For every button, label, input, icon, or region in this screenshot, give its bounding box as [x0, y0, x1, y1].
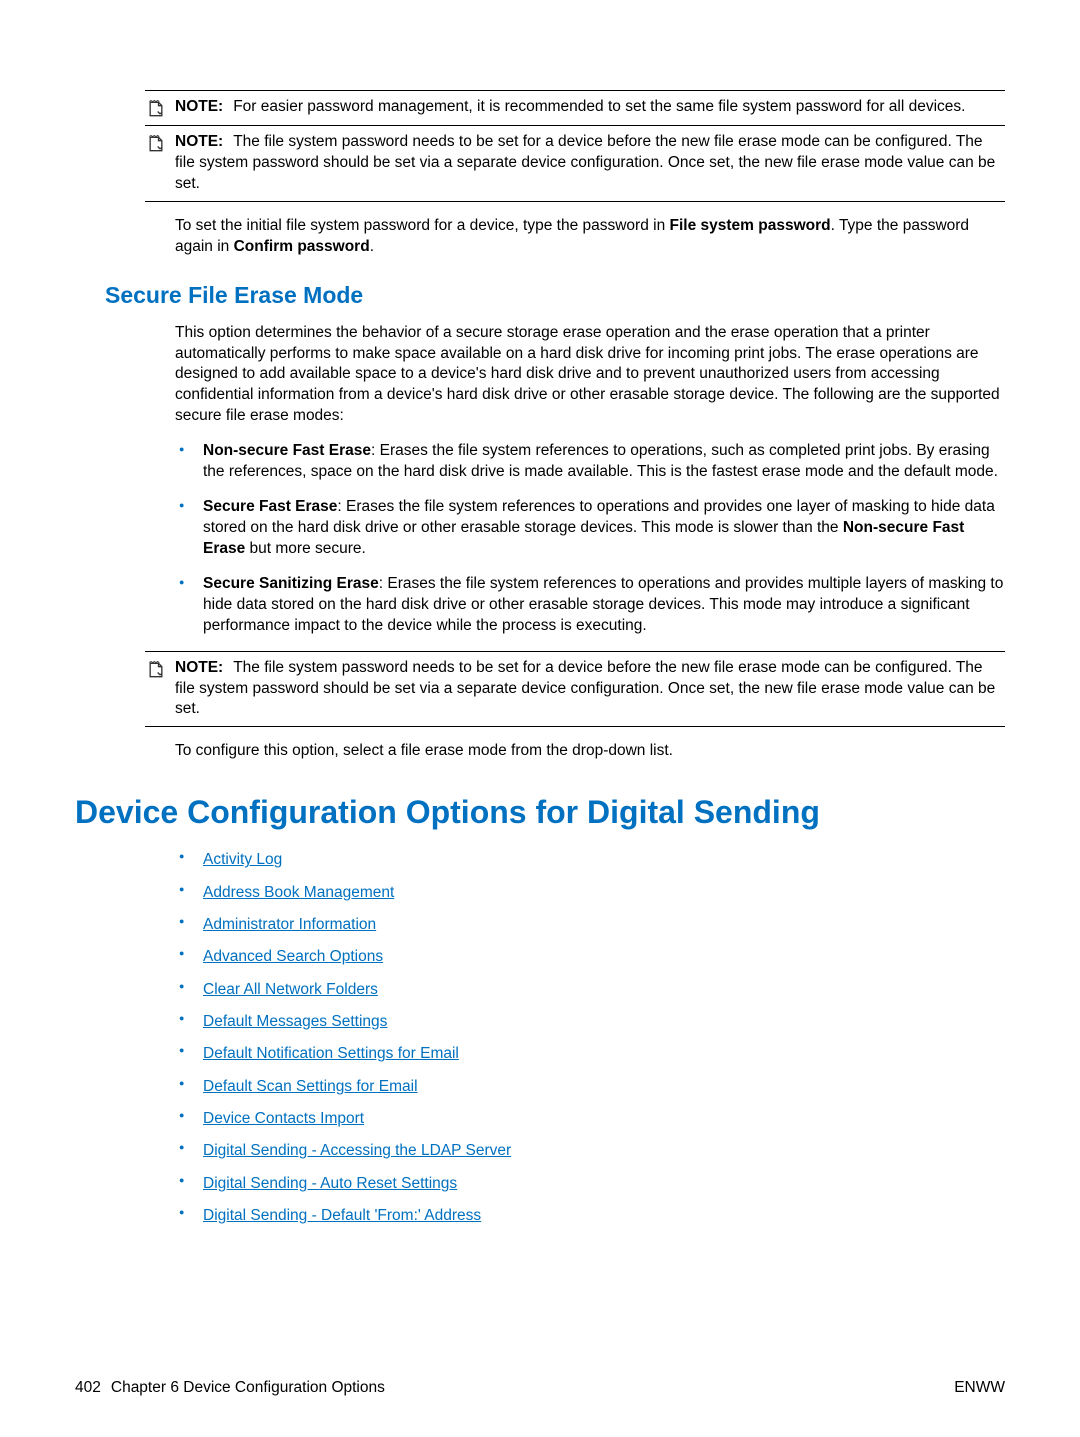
link-item: Device Contacts Import: [175, 1106, 1005, 1132]
body-area: NOTE: For easier password management, it …: [75, 90, 1005, 1349]
page-container: NOTE: For easier password management, it …: [0, 0, 1080, 1437]
link-address-book-management[interactable]: Address Book Management: [203, 884, 394, 901]
note-block-1: NOTE: For easier password management, it …: [145, 90, 1005, 126]
link-item: Address Book Management: [175, 880, 1005, 906]
note-block-3: NOTE:The file system password needs to b…: [145, 651, 1005, 728]
erase-modes-list: Non-secure Fast Erase: Erases the file s…: [175, 441, 1005, 636]
mode-non-secure-fast: Non-secure Fast Erase: Erases the file s…: [175, 441, 1005, 483]
link-clear-all-network-folders[interactable]: Clear All Network Folders: [203, 981, 378, 998]
link-item: Default Messages Settings: [175, 1009, 1005, 1035]
note-text-2: NOTE:The file system password needs to b…: [175, 132, 1005, 195]
heading-digital-sending: Device Configuration Options for Digital…: [75, 794, 1005, 831]
link-digital-sending-auto-reset[interactable]: Digital Sending - Auto Reset Settings: [203, 1175, 457, 1192]
note-icon: [145, 132, 167, 195]
note-block-2: NOTE:The file system password needs to b…: [145, 126, 1005, 202]
note-label: NOTE:: [175, 659, 223, 676]
link-item: Digital Sending - Accessing the LDAP Ser…: [175, 1138, 1005, 1164]
page-number: 402: [75, 1379, 101, 1396]
note-icon: [145, 658, 167, 721]
note-text-1: NOTE: For easier password management, it …: [175, 97, 1005, 119]
link-item: Digital Sending - Default 'From:' Addres…: [175, 1203, 1005, 1229]
footer-left: 402 Chapter 6 Device Configuration Option…: [75, 1379, 385, 1397]
link-item: Clear All Network Folders: [175, 977, 1005, 1003]
link-digital-sending-ldap[interactable]: Digital Sending - Accessing the LDAP Ser…: [203, 1142, 511, 1159]
link-item: Advanced Search Options: [175, 944, 1005, 970]
link-administrator-information[interactable]: Administrator Information: [203, 916, 376, 933]
note-body: The file system password needs to be set…: [175, 133, 995, 192]
note-text-3: NOTE:The file system password needs to b…: [175, 658, 1005, 721]
link-advanced-search-options[interactable]: Advanced Search Options: [203, 948, 383, 965]
link-digital-sending-default-from[interactable]: Digital Sending - Default 'From:' Addres…: [203, 1207, 481, 1224]
paragraph-configure: To configure this option, select a file …: [175, 741, 1005, 762]
mode-secure-fast: Secure Fast Erase: Erases the file syste…: [175, 497, 1005, 560]
chapter-title: Chapter 6 Device Configuration Options: [111, 1379, 385, 1396]
digital-sending-links: Activity Log Address Book Management Adm…: [175, 847, 1005, 1229]
paragraph-secure-intro: This option determines the behavior of a…: [175, 323, 1005, 428]
link-item: Default Notification Settings for Email: [175, 1041, 1005, 1067]
paragraph-initial-password: To set the initial file system password …: [175, 216, 1005, 258]
note-icon: [145, 97, 167, 119]
link-default-messages-settings[interactable]: Default Messages Settings: [203, 1013, 387, 1030]
link-default-notification-settings-email[interactable]: Default Notification Settings for Email: [203, 1045, 459, 1062]
link-item: Default Scan Settings for Email: [175, 1074, 1005, 1100]
link-default-scan-settings-email[interactable]: Default Scan Settings for Email: [203, 1078, 418, 1095]
page-footer: 402 Chapter 6 Device Configuration Option…: [75, 1349, 1005, 1397]
link-item: Digital Sending - Auto Reset Settings: [175, 1171, 1005, 1197]
link-device-contacts-import[interactable]: Device Contacts Import: [203, 1110, 364, 1127]
note-label: NOTE:: [175, 133, 223, 150]
note-label: NOTE:: [175, 98, 223, 115]
link-item: Administrator Information: [175, 912, 1005, 938]
note-body: The file system password needs to be set…: [175, 659, 995, 718]
mode-secure-sanitizing: Secure Sanitizing Erase: Erases the file…: [175, 574, 1005, 637]
link-item: Activity Log: [175, 847, 1005, 873]
footer-right: ENWW: [954, 1379, 1005, 1397]
heading-secure-file-erase-mode: Secure File Erase Mode: [105, 282, 1005, 309]
note-body: For easier password management, it is re…: [233, 98, 965, 115]
link-activity-log[interactable]: Activity Log: [203, 851, 282, 868]
